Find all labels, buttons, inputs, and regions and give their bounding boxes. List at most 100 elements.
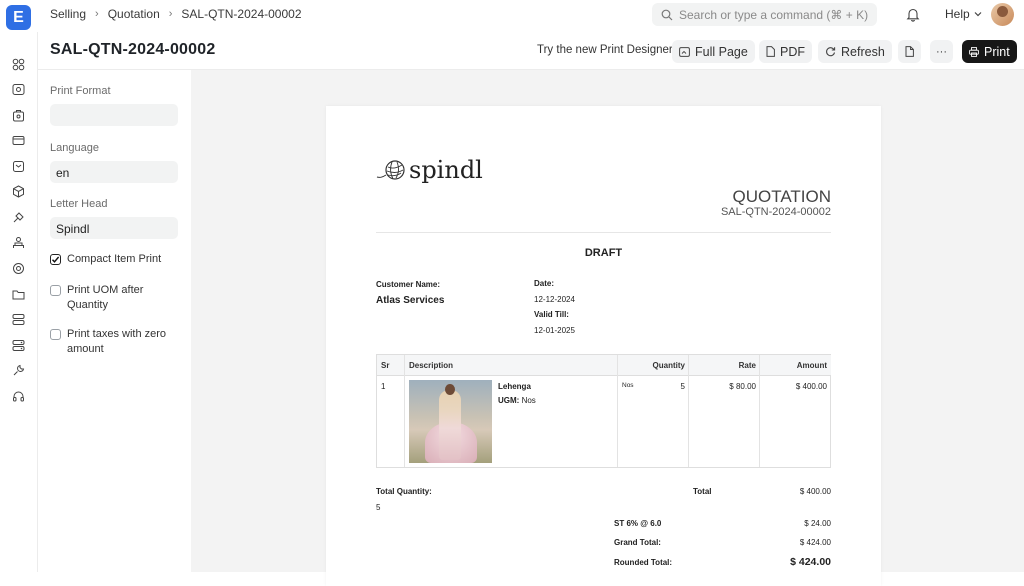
checkbox-unchecked-icon[interactable] (50, 285, 61, 296)
compact-item-print-label: Compact Item Print (67, 253, 162, 265)
tax-value: $ 24.00 (804, 519, 831, 528)
search-icon (661, 9, 673, 20)
breadcrumb-quotation[interactable]: Quotation (108, 7, 160, 21)
col-sr: Sr (377, 355, 405, 376)
row-sr: 1 (381, 382, 386, 391)
more-options-button[interactable]: ··· (930, 40, 953, 63)
buying-icon[interactable] (12, 109, 25, 122)
more-icon: ··· (936, 45, 947, 58)
language-label: Language (50, 142, 99, 154)
print-button[interactable]: Print (962, 40, 1017, 63)
checkbox-checked-icon[interactable] (50, 254, 61, 265)
row-amount: $ 400.00 (795, 382, 827, 391)
row-unit: Nos (622, 382, 634, 389)
language-select[interactable]: en (50, 161, 178, 183)
col-amount: Amount (760, 355, 831, 376)
hr-icon[interactable] (12, 236, 25, 249)
stock-icon[interactable] (12, 160, 25, 173)
breadcrumb-selling[interactable]: Selling (50, 7, 86, 21)
full-page-label: Full Page (695, 44, 748, 59)
search-placeholder: Search or type a command (⌘ + K) (679, 7, 869, 22)
print-label: Print (984, 44, 1010, 59)
notification-bell-icon[interactable] (906, 7, 920, 27)
valid-till-label: Valid Till: (534, 310, 569, 319)
support-icon[interactable] (12, 262, 25, 275)
fullscreen-icon (679, 46, 690, 57)
print-format-select[interactable] (50, 104, 178, 126)
help-label: Help (945, 7, 970, 21)
assets-icon[interactable] (12, 185, 25, 198)
page-title: SAL-QTN-2024-00002 (50, 41, 216, 58)
items-table: Sr Description Quantity Rate Amount 1 Le… (376, 354, 831, 468)
total-quantity-value: 5 (376, 503, 381, 512)
draft-status: DRAFT (584, 247, 623, 259)
refresh-button[interactable]: Refresh (818, 40, 892, 63)
grand-total-value: $ 424.00 (799, 538, 831, 547)
customer-name-label: Customer Name: (376, 280, 441, 289)
pdf-button[interactable]: PDF (759, 40, 812, 63)
print-uom-label: Print UOM after Quantity (67, 284, 144, 311)
print-settings-button[interactable] (898, 40, 921, 63)
customer-name: Atlas Services (376, 295, 445, 306)
projects-icon[interactable] (12, 288, 25, 301)
page-header: SAL-QTN-2024-00002 Try the new Print Des… (38, 32, 1024, 70)
integrations-icon[interactable] (12, 313, 25, 326)
app-logo-icon[interactable]: E (6, 5, 31, 30)
divider (376, 232, 831, 233)
date-value: 12-12-2024 (534, 295, 575, 304)
print-taxes-zero-label: Print taxes with zero amount (67, 328, 167, 355)
date-label: Date: (534, 279, 555, 288)
yarn-ball-icon (376, 160, 405, 180)
modules-icon[interactable] (12, 58, 25, 71)
grand-total-label: Grand Total: (614, 538, 661, 547)
document-type-title: QUOTATION (732, 187, 831, 206)
chevron-right-icon: › (95, 8, 99, 20)
checkbox-unchecked-icon[interactable] (50, 329, 61, 340)
selling-icon[interactable] (12, 83, 25, 96)
print-format-label: Print Format (50, 85, 111, 97)
rounded-total-value: $ 424.00 (790, 556, 831, 568)
print-preview-area: spindl QUOTATION SAL-QTN-2024-00002 DRAF… (191, 70, 1024, 586)
try-print-designer-link[interactable]: Try the new Print Designer (537, 44, 673, 56)
breadcrumb: Selling › Quotation › SAL-QTN-2024-00002 (50, 7, 302, 21)
rounded-total-label: Rounded Total: (614, 558, 673, 567)
breadcrumb-current[interactable]: SAL-QTN-2024-00002 (181, 7, 301, 21)
crm-icon[interactable] (12, 211, 25, 224)
headset-icon[interactable] (12, 390, 25, 403)
print-settings-panel: Print Format Language en Letter Head Spi… (38, 70, 191, 572)
brand-logo: spindl (376, 156, 483, 184)
refresh-icon (826, 47, 836, 57)
pdf-label: PDF (780, 44, 805, 59)
refresh-label: Refresh (841, 44, 885, 59)
document-icon (905, 46, 914, 57)
tax-label: ST 6% @ 6.0 (614, 519, 662, 528)
total-quantity-label: Total Quantity: (376, 487, 432, 496)
printer-icon (969, 46, 979, 57)
total-value: $ 400.00 (799, 487, 831, 496)
chevron-down-icon (974, 12, 982, 17)
search-input[interactable]: Search or type a command (⌘ + K) (652, 3, 877, 26)
brand-name: spindl (409, 156, 483, 184)
full-page-button[interactable]: Full Page (672, 40, 755, 63)
total-label: Total (693, 487, 712, 496)
accounting-icon[interactable] (12, 134, 25, 147)
compact-item-print-checkbox[interactable]: Compact Item Print (50, 252, 161, 267)
col-quantity: Quantity (618, 355, 689, 376)
print-uom-checkbox[interactable]: Print UOM after Quantity (50, 283, 175, 313)
print-taxes-zero-checkbox[interactable]: Print taxes with zero amount (50, 327, 180, 357)
print-preview-page: spindl QUOTATION SAL-QTN-2024-00002 DRAF… (326, 106, 881, 586)
letter-head-label: Letter Head (50, 198, 108, 210)
tools-icon[interactable] (12, 364, 25, 377)
item-image (409, 380, 492, 463)
row-qty: 5 (680, 382, 685, 391)
settings-icon[interactable] (12, 339, 25, 352)
letter-head-select[interactable]: Spindl (50, 217, 178, 239)
row-rate: $ 80.00 (729, 382, 756, 391)
item-name: Lehenga (498, 382, 531, 391)
help-menu[interactable]: Help (945, 7, 982, 21)
file-icon (766, 46, 775, 57)
item-uom: UGM: Nos (498, 396, 536, 405)
item-uom-label: UGM: (498, 396, 520, 405)
avatar[interactable] (991, 3, 1014, 26)
col-description: Description (405, 355, 618, 376)
